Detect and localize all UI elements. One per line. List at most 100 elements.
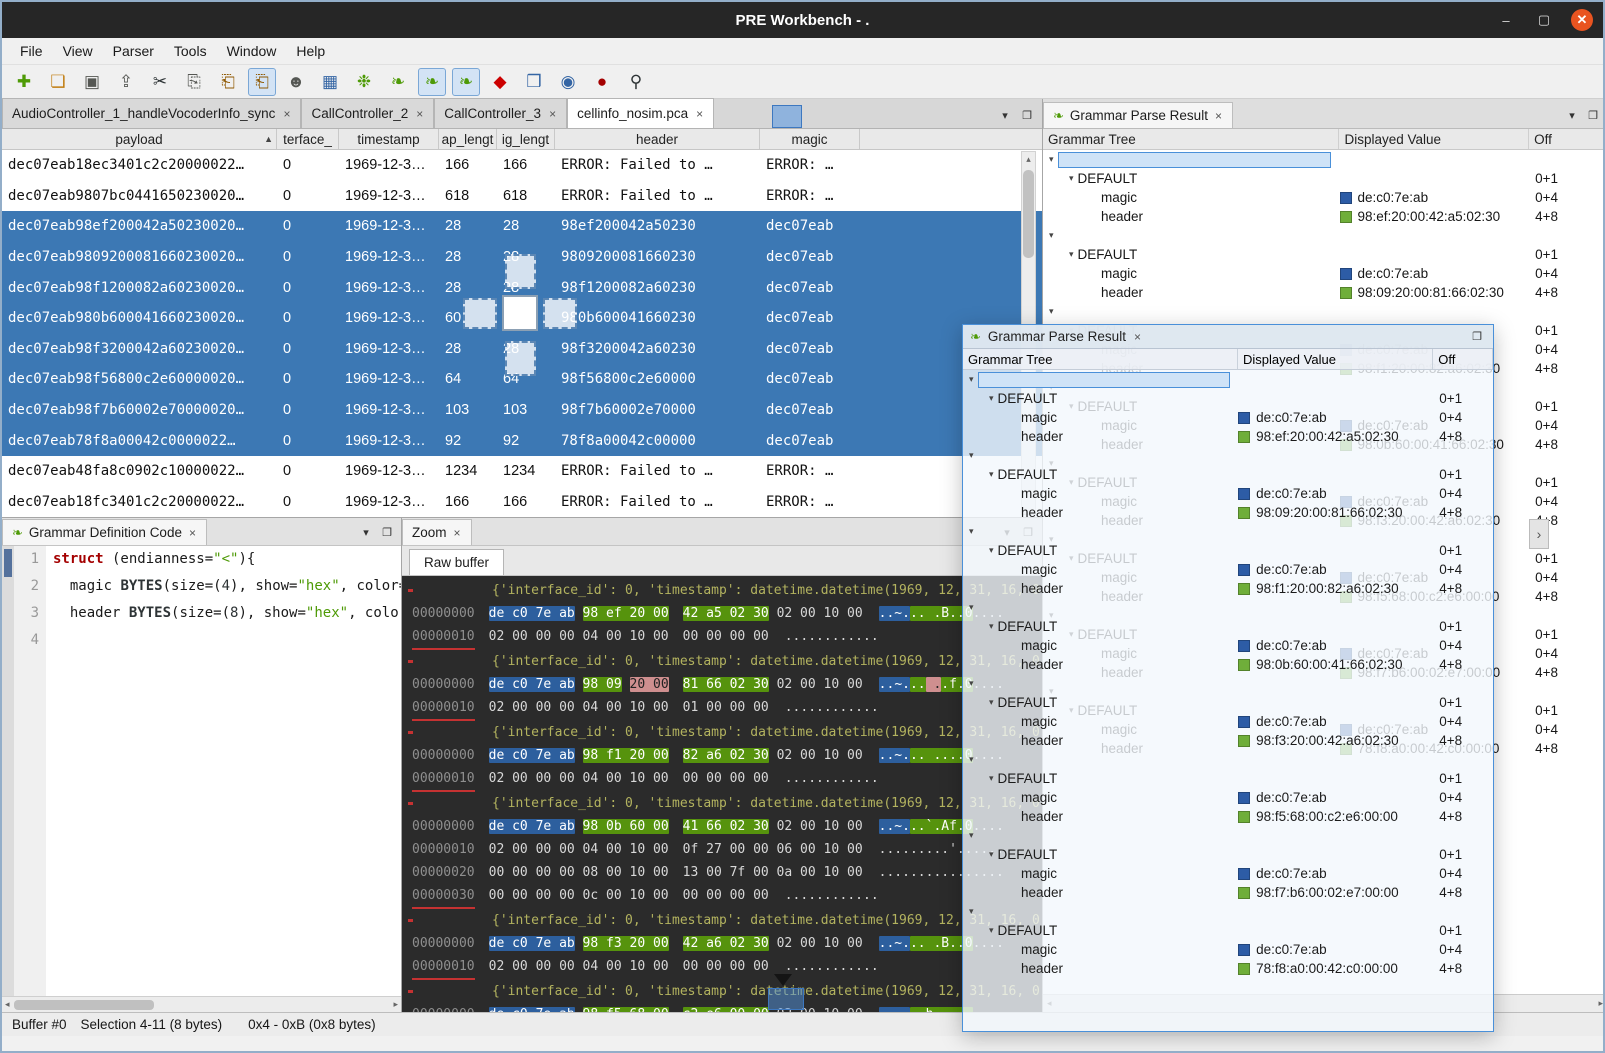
tree-row-header[interactable]: header98:09:20:00:81:66:02:304+8 <box>1043 283 1605 302</box>
tab-AudioController_1_handleVocoderInfo_sync[interactable]: AudioController_1_handleVocoderInfo_sync… <box>2 98 301 128</box>
tree-row-default[interactable]: ▾DEFAULT0+1 <box>963 693 1493 712</box>
tree-row-root[interactable]: ▾ <box>963 750 1493 769</box>
expander-icon[interactable]: ▾ <box>969 526 974 537</box>
panel-menu-icon[interactable]: ▾ <box>357 523 375 541</box>
tab-cellinfo_nosim.pca[interactable]: cellinfo_nosim.pca× <box>567 98 714 128</box>
tree-row-default[interactable]: ▾DEFAULT0+1 <box>963 541 1493 560</box>
save-icon[interactable]: ▣ <box>78 68 106 96</box>
titlebar[interactable]: PRE Workbench - . – ▢ ✕ <box>2 2 1603 38</box>
column-header-header[interactable]: header <box>555 129 760 149</box>
column-grammar-tree[interactable]: Grammar Tree <box>1043 129 1339 149</box>
open-file-icon[interactable]: ❏ <box>44 68 72 96</box>
parse-selection-icon[interactable]: ❧ <box>452 68 480 96</box>
copy-icon[interactable]: ⎘ <box>180 68 208 96</box>
tree-row-magic[interactable]: magicde:c0:7e:ab0+4 <box>963 560 1493 579</box>
tree-row-magic[interactable]: magicde:c0:7e:ab0+4 <box>1043 264 1605 283</box>
floating-window-titlebar[interactable]: ❧ Grammar Parse Result × ❐ <box>963 325 1493 349</box>
column-offset[interactable]: Off <box>1529 129 1605 149</box>
scroll-right-icon[interactable]: ▸ <box>393 999 398 1010</box>
editor-scroll-indicator[interactable] <box>4 549 12 577</box>
parse-result-tab[interactable]: ❧ Grammar Parse Result × <box>1043 102 1233 128</box>
hex-line[interactable]: 0000001002 00 00 00 04 00 10 0001 00 00 … <box>408 696 1042 721</box>
expander-icon[interactable]: ▾ <box>989 773 994 784</box>
expander-icon[interactable]: ▾ <box>1049 154 1054 165</box>
hex-editor[interactable]: {'interface_id': 0, 'timestamp': datetim… <box>402 576 1042 1012</box>
dock-drop-center[interactable] <box>502 295 538 331</box>
scroll-right-icon[interactable]: ▸ <box>1598 998 1603 1009</box>
menu-parser[interactable]: Parser <box>103 40 164 62</box>
tree-row-header[interactable]: header98:ef:20:00:42:a5:02:304+8 <box>963 427 1493 446</box>
float-panel-icon[interactable]: ❐ <box>1018 106 1036 124</box>
float-panel-icon[interactable]: ❐ <box>378 523 396 541</box>
zoom-panel-tab[interactable]: Zoom × <box>402 519 472 545</box>
cut-icon[interactable]: ✂ <box>146 68 174 96</box>
new-file-icon[interactable]: ✚ <box>10 68 38 96</box>
expander-icon[interactable]: ▾ <box>989 393 994 404</box>
web-icon[interactable]: ◉ <box>554 68 582 96</box>
tab-close-icon[interactable]: × <box>695 107 704 121</box>
hex-line[interactable]: 00000000de c0 7e ab 98 f1 20 0082 a6 02 … <box>408 744 1042 767</box>
tree-row-default[interactable]: ▾DEFAULT0+1 <box>1043 169 1605 188</box>
menu-window[interactable]: Window <box>217 40 287 62</box>
screenshot-icon[interactable]: ▦ <box>316 68 344 96</box>
record-icon[interactable]: ● <box>588 68 616 96</box>
hex-line[interactable]: 00000000de c0 7e ab 98 09 20 0081 66 02 … <box>408 673 1042 696</box>
tree-row-magic[interactable]: magicde:c0:7e:ab0+4 <box>963 636 1493 655</box>
tree-row-root[interactable]: ▾ <box>963 370 1493 389</box>
hex-line[interactable]: 00000000de c0 7e ab 98 f3 20 0042 a6 02 … <box>408 932 1042 955</box>
tree-row-header[interactable]: header98:f3:20:00:42:a6:02:304+8 <box>963 731 1493 750</box>
tree-row-header[interactable]: header98:09:20:00:81:66:02:304+8 <box>963 503 1493 522</box>
floating-parse-result-window[interactable]: ❧ Grammar Parse Result × ❐ Grammar Tree … <box>962 324 1494 1032</box>
float-panel-icon[interactable]: ❐ <box>1468 328 1486 346</box>
parser-bug-icon[interactable]: ❉ <box>350 68 378 96</box>
parse-buffer-icon[interactable]: ❧ <box>418 68 446 96</box>
search-icon[interactable]: ⚲ <box>622 68 650 96</box>
scrollbar-thumb[interactable] <box>14 1000 154 1010</box>
paste-icon[interactable]: ⎗ <box>214 68 242 96</box>
tree-row-default[interactable]: ▾DEFAULT0+1 <box>963 769 1493 788</box>
expander-icon[interactable]: ▾ <box>1049 230 1054 241</box>
column-header-payload[interactable]: payload▲ <box>2 129 277 149</box>
code-line[interactable]: header BYTES(size=(8), show="hex", color <box>53 600 401 627</box>
code-panel-tab[interactable]: ❧ Grammar Definition Code × <box>2 519 207 545</box>
minimize-button[interactable]: – <box>1495 9 1517 31</box>
tree-row-magic[interactable]: magicde:c0:7e:ab0+4 <box>963 408 1493 427</box>
scroll-left-icon[interactable]: ◂ <box>5 999 10 1010</box>
splitter-collapse-icon[interactable]: › <box>1529 519 1549 549</box>
scroll-up-icon[interactable]: ▴ <box>1026 152 1031 166</box>
tab-CallController_3[interactable]: CallController_3× <box>434 98 567 128</box>
close-icon[interactable]: × <box>1214 109 1223 123</box>
tree-row-root[interactable]: ▾ <box>963 598 1493 617</box>
tree-row-magic[interactable]: magicde:c0:7e:ab0+4 <box>963 940 1493 959</box>
column-header-magic[interactable]: magic <box>760 129 860 149</box>
column-displayed-value[interactable]: Displayed Value <box>1238 349 1433 369</box>
table-row[interactable]: dec07eab18ec3401c2c20000022…01969-12-3…1… <box>2 150 1042 181</box>
code-text-area[interactable]: struct (endianness="<"){ magic BYTES(siz… <box>46 546 401 996</box>
table-row[interactable]: dec07eab78f8a00042c0000022…01969-12-3…92… <box>2 425 1042 456</box>
hex-line[interactable]: 0000001002 00 00 00 04 00 10 000f 27 00 … <box>408 838 1042 861</box>
column-header-ap_lengt[interactable]: ap_lengt <box>439 129 497 149</box>
raw-buffer-tab[interactable]: Raw buffer <box>409 549 504 575</box>
scrollbar-thumb[interactable] <box>1023 170 1034 258</box>
marker-icon[interactable]: ◆ <box>486 68 514 96</box>
hex-line[interactable]: 00000000de c0 7e ab 98 0b 60 0041 66 02 … <box>408 815 1042 838</box>
table-row[interactable]: dec07eab98ef200042a50230020…01969-12-3…2… <box>2 211 1042 242</box>
tree-row-default[interactable]: ▾DEFAULT0+1 <box>963 389 1493 408</box>
column-offset[interactable]: Off <box>1433 349 1493 369</box>
expander-icon[interactable]: ▾ <box>969 678 974 689</box>
run-parser-icon[interactable]: ❧ <box>384 68 412 96</box>
tree-row-root[interactable]: ▾ <box>963 522 1493 541</box>
tree-row-header[interactable]: header78:f8:a0:00:42:c0:00:004+8 <box>963 959 1493 978</box>
hex-line[interactable]: 0000001002 00 00 00 04 00 10 0000 00 00 … <box>408 767 1042 792</box>
expander-icon[interactable]: ▾ <box>989 621 994 632</box>
code-editor[interactable]: 1234 struct (endianness="<"){ magic BYTE… <box>2 546 401 996</box>
expander-icon[interactable]: ▾ <box>969 906 974 917</box>
hex-line[interactable]: 0000001002 00 00 00 04 00 10 0000 00 00 … <box>408 955 1042 980</box>
maximize-button[interactable]: ▢ <box>1533 9 1555 31</box>
paste-special-icon[interactable]: ⎗ <box>248 68 276 96</box>
tree-row-root[interactable]: ▾ <box>1043 150 1605 169</box>
tree-row-header[interactable]: header98:f7:b6:00:02:e7:00:004+8 <box>963 883 1493 902</box>
tree-row-root[interactable]: ▾ <box>1043 226 1605 245</box>
hex-line[interactable]: 0000001002 00 00 00 04 00 10 0000 00 00 … <box>408 625 1042 650</box>
hex-line[interactable]: 00000000de c0 7e ab 98 ef 20 0042 a5 02 … <box>408 602 1042 625</box>
